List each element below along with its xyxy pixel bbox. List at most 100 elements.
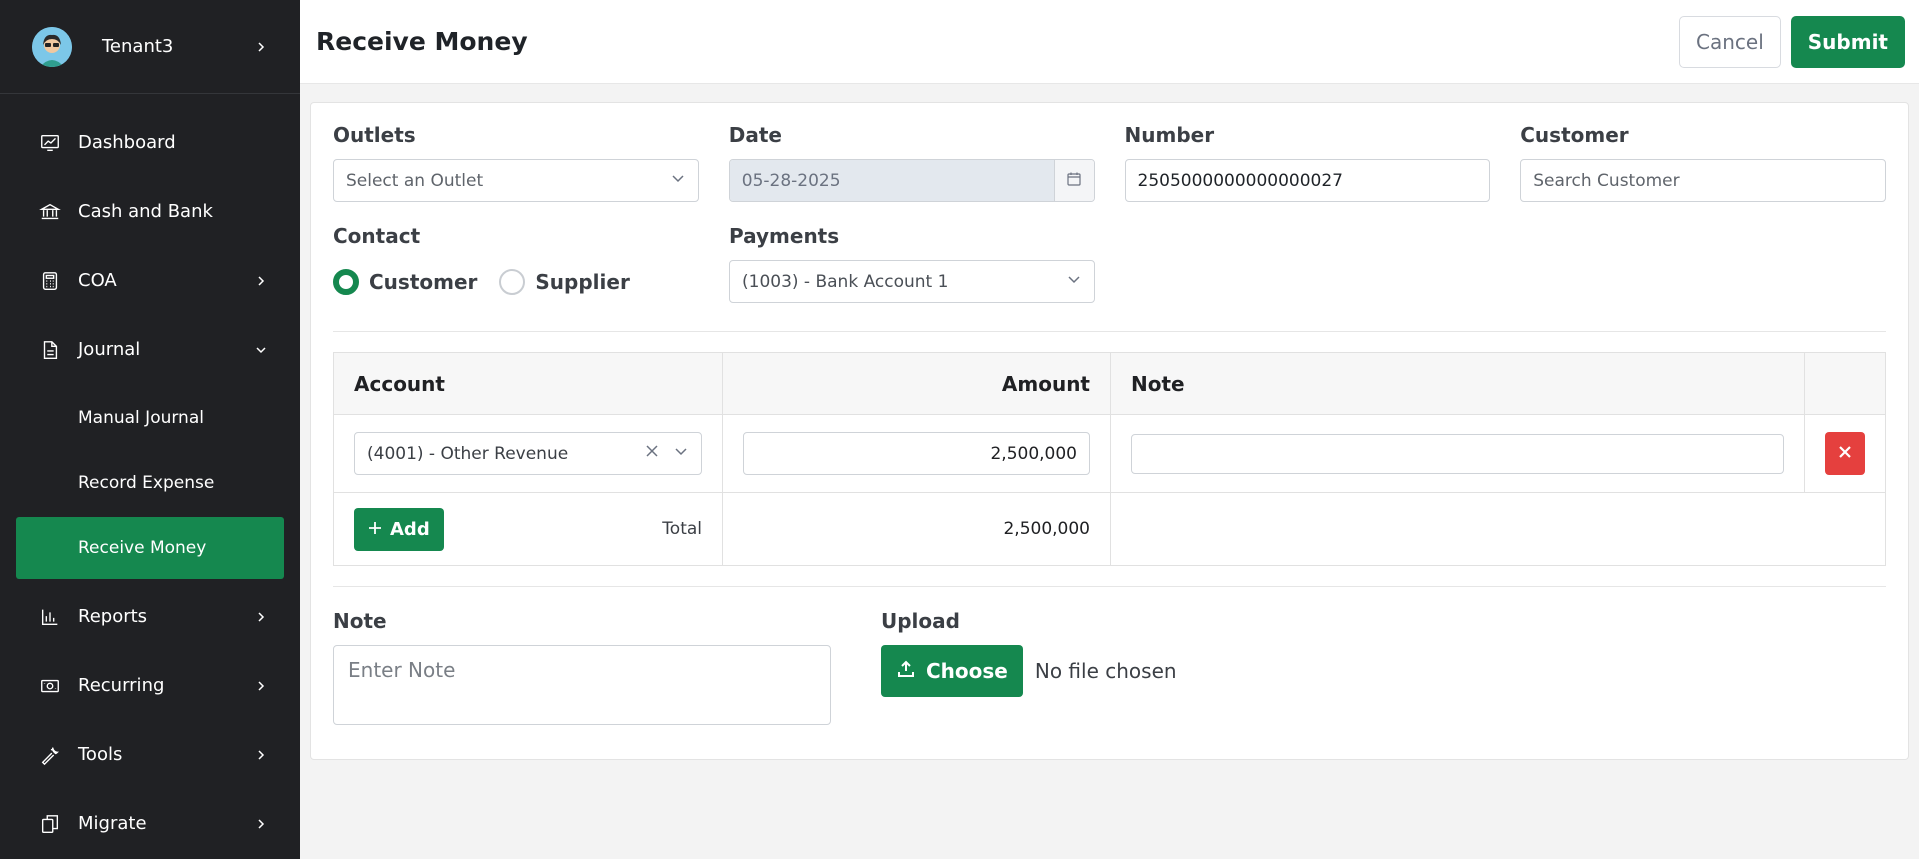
row-note-input[interactable] [1131, 433, 1784, 474]
date-label: Date [728, 123, 782, 147]
note-cell [1111, 415, 1805, 492]
section-divider [333, 586, 1886, 587]
receive-money-form: Outlets Select an Outlet Date 05-28-2025 [310, 102, 1909, 760]
choose-file-button[interactable]: Choose [881, 645, 1023, 697]
close-icon [1838, 444, 1852, 463]
chevron-right-icon [254, 274, 268, 288]
tenant-switcher[interactable]: Tenant3 [0, 0, 300, 94]
main-content: Receive Money Cancel Submit Outlets Sele… [300, 0, 1919, 859]
sidebar-item-label: Reports [78, 606, 148, 627]
column-header-note: Note [1111, 353, 1805, 414]
cancel-button[interactable]: Cancel [1679, 15, 1781, 68]
payments-value: (1003) - Bank Account 1 [742, 271, 949, 292]
payments-field: Payments (1003) - Bank Account 1 [729, 224, 1095, 303]
chevron-down-icon [254, 343, 268, 357]
total-label: Total [662, 519, 702, 539]
note-textarea[interactable]: Enter Note [333, 645, 831, 725]
customer-search-input[interactable]: Search Customer [1520, 159, 1886, 202]
column-header-account: Account [334, 353, 723, 414]
table-footer-row: Add Total 2,500,000 [334, 493, 1885, 565]
wrench-icon [38, 743, 62, 767]
sidebar-item-manual-journal[interactable]: Manual Journal [16, 387, 284, 449]
add-label: Add [390, 518, 430, 540]
upload-icon [896, 659, 916, 684]
contact-radio-supplier[interactable]: Supplier [499, 268, 630, 295]
sidebar-item-recurring[interactable]: Recurring [0, 651, 300, 720]
customer-field: Customer Search Customer [1520, 123, 1886, 202]
radio-checked-icon [333, 268, 359, 295]
contact-field: Contact Customer Supplier [333, 224, 699, 303]
sidebar-item-record-expense[interactable]: Record Expense [16, 452, 284, 514]
number-label: Number [1124, 123, 1215, 147]
chevron-right-icon [254, 748, 268, 762]
sidebar: Tenant3 Dashboard Cash and Bank COA Jour… [0, 0, 300, 859]
radio-unchecked-icon [499, 268, 526, 295]
chevron-right-icon [254, 817, 268, 831]
plus-icon [368, 519, 382, 540]
outlets-select[interactable]: Select an Outlet [333, 159, 699, 202]
number-field: Number 2505000000000000027 [1124, 123, 1491, 202]
date-input[interactable]: 05-28-2025 [729, 160, 1054, 201]
sidebar-item-label: Journal [78, 339, 141, 360]
amount-input[interactable]: 2,500,000 [743, 432, 1090, 475]
tenant-name: Tenant3 [102, 36, 174, 57]
total-value: 2,500,000 [723, 493, 1111, 565]
submit-button[interactable]: Submit [1790, 15, 1905, 68]
section-divider [333, 331, 1886, 332]
footer-empty-cell [1111, 493, 1885, 565]
sidebar-item-cash-and-bank[interactable]: Cash and Bank [0, 177, 300, 246]
bar-chart-icon [38, 605, 62, 629]
chevron-right-icon [254, 40, 268, 54]
chevron-right-icon [254, 610, 268, 624]
calendar-icon [1066, 171, 1082, 191]
page-title: Receive Money [316, 27, 528, 56]
payments-select[interactable]: (1003) - Bank Account 1 [729, 260, 1095, 303]
table-row: (4001) - Other Revenue 2,500,000 [334, 415, 1885, 493]
outlets-label: Outlets [333, 123, 416, 147]
document-icon [38, 338, 62, 362]
avatar [32, 26, 72, 67]
sidebar-item-coa[interactable]: COA [0, 246, 300, 315]
header-actions: Cancel Submit [1679, 15, 1905, 68]
note-label: Note [333, 609, 387, 633]
table-header-row: Account Amount Note [334, 353, 1885, 415]
outlets-field: Outlets Select an Outlet [333, 123, 699, 202]
sidebar-item-reports[interactable]: Reports [0, 582, 300, 651]
number-input[interactable]: 2505000000000000027 [1124, 159, 1491, 202]
choose-label: Choose [926, 659, 1008, 683]
actions-cell [1805, 415, 1885, 492]
account-select[interactable]: (4001) - Other Revenue [354, 432, 702, 475]
column-header-actions [1805, 353, 1885, 414]
sidebar-item-journal[interactable]: Journal [0, 315, 300, 384]
delete-row-button[interactable] [1825, 432, 1865, 475]
form-row-top: Outlets Select an Outlet Date 05-28-2025 [333, 123, 1886, 202]
add-row-button[interactable]: Add [354, 507, 444, 551]
app-root: Tenant3 Dashboard Cash and Bank COA Jour… [0, 0, 1919, 859]
sidebar-item-label: Migrate [78, 813, 147, 834]
outlets-placeholder: Select an Outlet [346, 170, 484, 191]
calculator-icon [38, 269, 62, 293]
upload-label: Upload [881, 609, 960, 633]
contact-label: Contact [333, 224, 421, 248]
chart-line-icon [38, 131, 62, 155]
sidebar-item-receive-money[interactable]: Receive Money [16, 517, 284, 579]
copy-icon [38, 812, 62, 836]
column-header-amount: Amount [723, 353, 1111, 414]
upload-row: Choose No file chosen [881, 645, 1177, 697]
radio-label: Customer [369, 269, 478, 294]
date-field: Date 05-28-2025 [728, 123, 1095, 202]
sidebar-item-label: Tools [78, 744, 123, 765]
customer-label: Customer [1520, 123, 1629, 147]
money-icon [38, 674, 62, 698]
chevron-down-icon [670, 170, 686, 191]
sidebar-item-dashboard[interactable]: Dashboard [0, 108, 300, 177]
clear-icon[interactable] [643, 442, 661, 465]
contact-radio-group: Customer Supplier [333, 260, 699, 303]
calendar-button[interactable] [1053, 160, 1094, 201]
file-status: No file chosen [1034, 659, 1177, 683]
sidebar-nav: Dashboard Cash and Bank COA Journal Manu… [0, 94, 300, 858]
contact-radio-customer[interactable]: Customer [333, 268, 478, 295]
amount-cell: 2,500,000 [723, 415, 1111, 492]
sidebar-item-tools[interactable]: Tools [0, 720, 300, 789]
sidebar-item-migrate[interactable]: Migrate [0, 789, 300, 858]
